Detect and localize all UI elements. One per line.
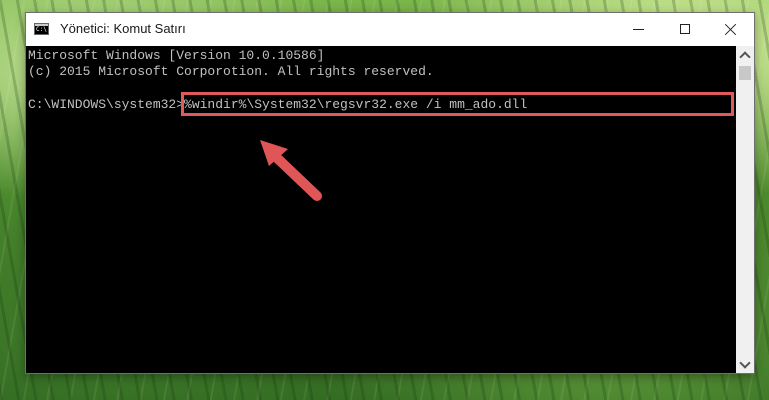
pointer-arrow-icon [260, 140, 322, 201]
minimize-icon [633, 29, 644, 30]
scroll-down-button[interactable] [736, 355, 754, 373]
command-prompt-icon [34, 23, 49, 35]
minimize-button[interactable] [616, 13, 662, 46]
close-button[interactable] [708, 13, 754, 46]
maximize-icon [680, 24, 690, 34]
console-output-area[interactable]: Microsoft Windows [Version 10.0.10586] (… [26, 46, 736, 373]
window-title: Yönetici: Komut Satırı [60, 21, 186, 36]
console-output-line: Microsoft Windows [Version 10.0.10586] [28, 48, 325, 63]
scroll-up-button[interactable] [736, 46, 754, 64]
maximize-button[interactable] [662, 13, 708, 46]
scrollbar-thumb[interactable] [739, 66, 751, 80]
command-highlight-box [181, 92, 734, 116]
vertical-scrollbar[interactable] [736, 46, 754, 373]
command-prompt: C:\WINDOWS\system32> [28, 97, 185, 112]
close-icon [724, 23, 737, 36]
command-prompt-window[interactable]: Yönetici: Komut Satırı Microsoft Windows… [25, 12, 755, 374]
console-output-line: (c) 2015 Microsoft Corporotion. All righ… [28, 64, 434, 79]
window-titlebar[interactable]: Yönetici: Komut Satırı [26, 13, 754, 46]
